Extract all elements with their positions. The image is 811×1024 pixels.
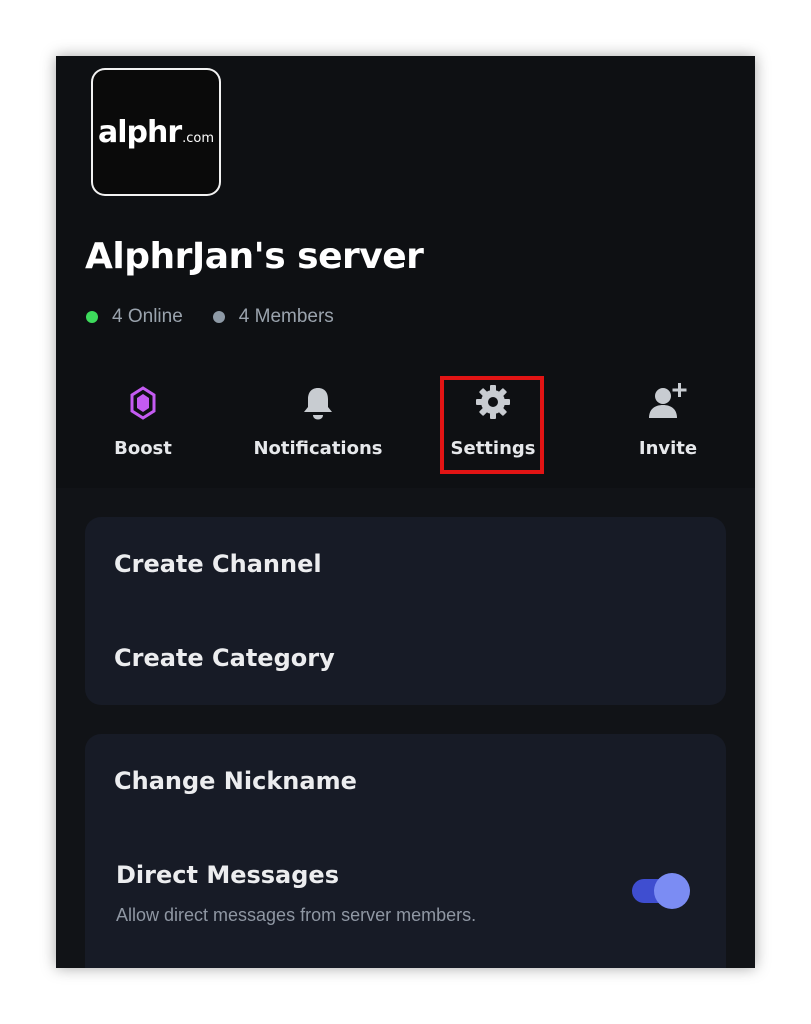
direct-messages-label: Direct Messages <box>116 861 339 889</box>
direct-messages-toggle[interactable] <box>632 873 690 909</box>
server-actions: Boost Notifications Settings Invite <box>56 376 755 486</box>
notifications-label: Notifications <box>253 438 383 459</box>
online-label: 4 Online <box>112 306 183 327</box>
notifications-button[interactable]: Notifications <box>243 376 393 476</box>
change-nickname-item[interactable]: Change Nickname <box>114 767 357 795</box>
server-stats: 4 Online 4 Members <box>86 306 364 328</box>
online-count: 4 Online <box>86 306 183 328</box>
boost-button[interactable]: Boost <box>68 376 218 476</box>
online-dot-icon <box>86 311 98 323</box>
boost-label: Boost <box>114 438 172 459</box>
bell-icon <box>302 376 334 420</box>
create-channel-item[interactable]: Create Channel <box>114 550 322 578</box>
channel-actions-card: Create Channel Create Category <box>85 517 726 705</box>
add-person-icon <box>647 376 689 420</box>
settings-highlight-box <box>440 376 544 474</box>
toggle-knob <box>654 873 690 909</box>
members-label: 4 Members <box>238 306 334 327</box>
member-settings-card: Change Nickname Direct Messages Allow di… <box>85 734 726 968</box>
logo-wordmark: alphr.com <box>97 114 215 150</box>
invite-label: Invite <box>638 438 698 459</box>
invite-button[interactable]: Invite <box>593 376 743 476</box>
direct-messages-description: Allow direct messages from server member… <box>116 905 477 925</box>
create-category-item[interactable]: Create Category <box>114 644 335 672</box>
server-name: AlphrJan's server <box>85 236 424 277</box>
server-panel: alphr.com AlphrJan's server 4 Online 4 M… <box>56 56 755 968</box>
members-dot-icon <box>212 311 225 323</box>
boost-gem-icon <box>130 376 156 420</box>
server-logo[interactable]: alphr.com <box>91 68 221 196</box>
server-header: alphr.com AlphrJan's server 4 Online 4 M… <box>56 56 755 488</box>
members-count: 4 Members <box>212 306 334 328</box>
